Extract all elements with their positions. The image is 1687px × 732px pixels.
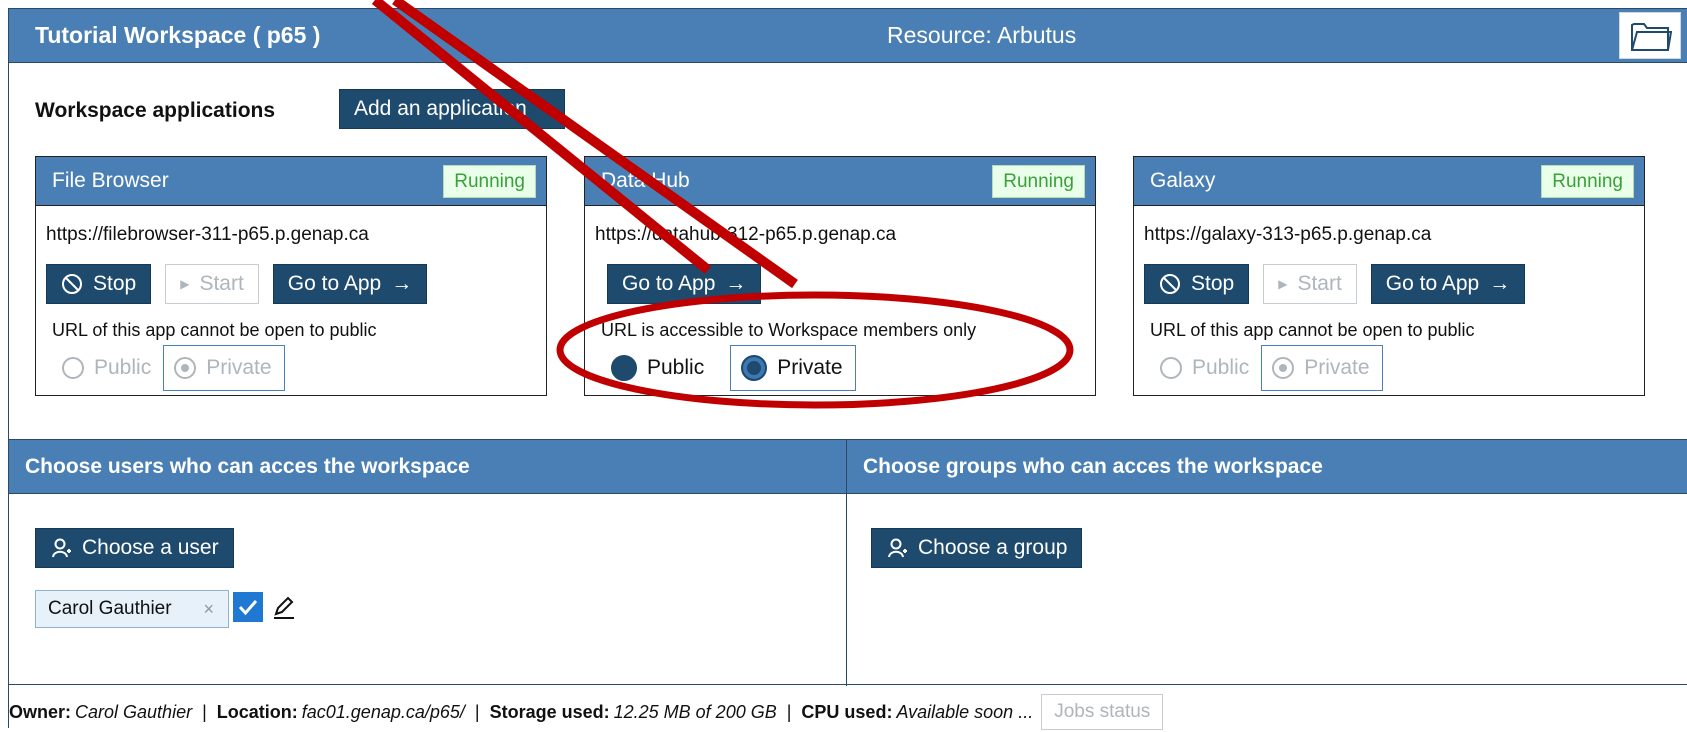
private-radio[interactable]: Private [163,345,285,391]
app-url: https://datahub-312-p65.p.genap.ca [595,224,897,245]
choose-group-button[interactable]: Choose a group [871,528,1083,568]
stop-label: Stop [93,272,137,295]
jobs-status-button[interactable]: Jobs status [1041,694,1164,730]
edit-pencil-icon[interactable] [271,592,297,622]
stop-button[interactable]: Stop [46,264,152,304]
separator: | [786,701,792,722]
stop-label: Stop [1191,272,1235,295]
workspace-title: Tutorial Workspace ( p65 ) [35,22,321,48]
app-name: Data Hub [601,169,690,192]
public-label: Public [94,356,152,379]
private-radio[interactable]: Private [1261,345,1383,391]
public-label: Public [647,356,705,379]
app-card-header: Galaxy Running [1134,157,1644,206]
arrow-right-icon: → [1489,272,1511,295]
status-badge: Running [443,165,536,198]
app-card-header: Data Hub Running [585,157,1095,206]
go-to-app-button[interactable]: Go to App → [272,264,428,304]
storage-key: Storage used: [489,701,610,722]
users-panel: Choose users who can acces the workspace… [9,440,847,686]
go-to-app-label: Go to App [287,272,382,295]
public-radio[interactable]: Public [52,345,163,391]
public-radio[interactable]: Public [1150,345,1261,391]
go-to-app-label: Go to App [622,272,716,295]
radio-button [62,357,84,379]
private-radio[interactable]: Private [730,345,856,391]
radio-button [1160,357,1182,379]
checkmark-icon [238,600,258,616]
radio-button [174,357,197,379]
resource-label: Resource: Arbutus [887,22,1077,48]
app-card-file-browser: File Browser Running https://filebrowser… [35,156,547,396]
storage-value: 12.25 MB of 200 GB [613,701,777,722]
user-tag: Carol Gauthier × [35,590,229,628]
stop-icon [62,274,82,294]
app-card-header: File Browser Running [36,157,546,206]
cpu-value: Available soon ... [896,701,1034,722]
folder-icon [1631,23,1672,51]
radio-button [741,355,768,381]
radio-button [1272,357,1295,379]
user-add-icon [888,538,907,558]
users-heading: Choose users who can acces the workspace [9,440,846,494]
apps-heading: Workspace applications [35,99,276,122]
folder-button[interactable] [1619,12,1681,59]
workspace-footer: Owner: Carol Gauthier | Location: fac01.… [9,692,1687,732]
permissions-area: Choose users who can acces the workspace… [9,439,1687,686]
access-note: URL of this app cannot be open to public [1150,320,1475,340]
private-label: Private [206,356,272,379]
arrow-right-icon: → [725,272,747,295]
stop-icon [1160,274,1180,294]
choose-user-label: Choose a user [82,536,219,559]
app-name: Galaxy [1150,169,1216,192]
go-to-app-button[interactable]: Go to App → [607,264,762,304]
go-to-app-label: Go to App [1385,272,1480,295]
groups-panel: Choose groups who can acces the workspac… [847,440,1687,686]
app-name: File Browser [52,169,169,192]
workspace-header: Tutorial Workspace ( p65 ) Resource: Arb… [9,9,1687,63]
start-label: Start [1297,272,1342,295]
play-icon: ▶ [180,277,190,291]
start-button[interactable]: ▶ Start [165,264,259,304]
add-application-button[interactable]: Add an application [339,89,565,129]
workspace-panel: Tutorial Workspace ( p65 ) Resource: Arb… [8,8,1687,730]
confirm-checkbox[interactable] [233,592,263,622]
private-label: Private [1304,356,1370,379]
app-card-data-hub: Data Hub Running https://datahub-312-p65… [584,156,1096,396]
go-to-app-button[interactable]: Go to App → [1370,264,1526,304]
separator: | [474,701,480,722]
access-note: URL of this app cannot be open to public [52,320,377,340]
owner-key: Owner: [9,701,72,722]
stop-button[interactable]: Stop [1144,264,1250,304]
start-button[interactable]: ▶ Start [1263,264,1357,304]
owner-value: Carol Gauthier [75,701,193,722]
app-url: https://galaxy-313-p65.p.genap.ca [1144,224,1432,245]
public-radio[interactable]: Public [601,345,716,391]
groups-heading: Choose groups who can acces the workspac… [847,440,1687,494]
user-add-icon [52,538,71,558]
remove-tag-icon[interactable]: × [203,599,214,620]
app-card-galaxy: Galaxy Running https://galaxy-313-p65.p.… [1133,156,1645,396]
cpu-key: CPU used: [801,701,893,722]
separator: | [202,701,207,722]
status-badge: Running [992,165,1085,198]
access-radio-group: Public Private [1150,345,1383,391]
start-label: Start [199,272,244,295]
public-label: Public [1192,356,1250,379]
app-url: https://filebrowser-311-p65.p.genap.ca [46,224,369,245]
radio-button [611,355,637,381]
user-tag-name: Carol Gauthier [48,598,172,619]
access-note: URL is accessible to Workspace members o… [601,320,977,340]
access-radio-group: Public Private [52,345,285,391]
access-radio-group: Public Private [601,345,856,391]
location-key: Location: [216,701,298,722]
choose-group-label: Choose a group [918,536,1068,559]
location-value: fac01.genap.ca/p65/ [301,701,465,722]
status-badge: Running [1541,165,1634,198]
private-label: Private [777,356,843,379]
arrow-right-icon: → [391,272,413,295]
choose-user-button[interactable]: Choose a user [35,528,234,568]
play-icon: ▶ [1278,277,1288,291]
